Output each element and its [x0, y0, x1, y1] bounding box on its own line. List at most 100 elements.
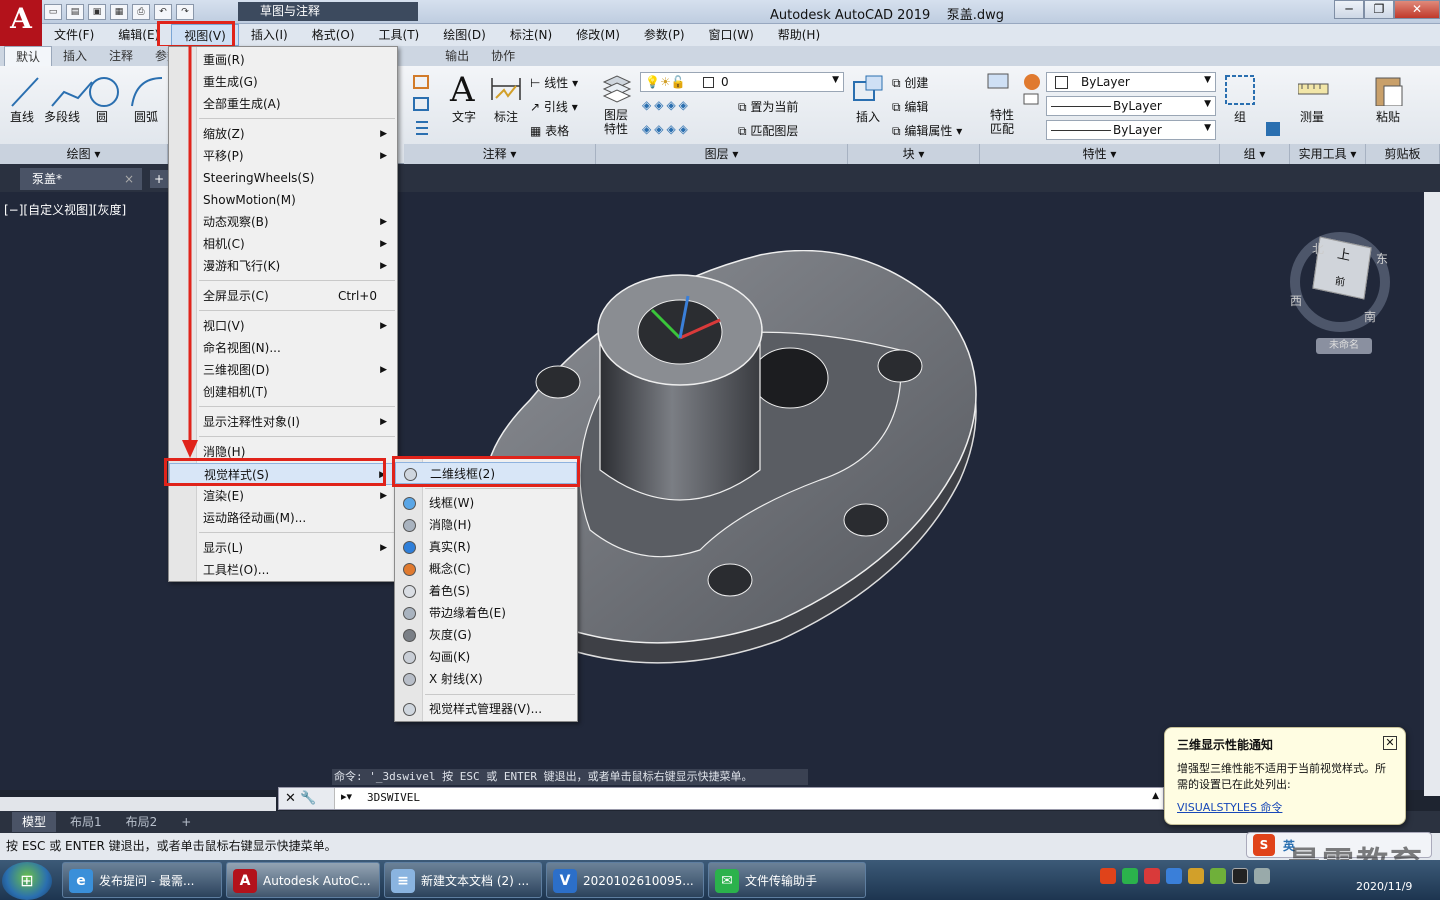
taskbar-autocad[interactable]: A Autodesk AutoC... — [226, 862, 380, 898]
nvidia-tray-icon[interactable] — [1210, 868, 1226, 884]
make-current-button[interactable]: ⧉ 置为当前 — [738, 98, 798, 115]
group-panel-title[interactable]: 组 ▾ — [1220, 144, 1290, 164]
visualstyles-command-link[interactable]: VISUALSTYLES 命令 — [1177, 799, 1393, 815]
utilities-panel-title[interactable]: 实用工具 ▾ — [1290, 144, 1366, 164]
volume-tray-icon[interactable] — [1254, 868, 1270, 884]
match-layer-button[interactable]: ⧉ 匹配图层 — [738, 122, 798, 139]
visual-style-hidden[interactable]: 消隐(H) — [395, 514, 577, 536]
visual-style-conceptual[interactable]: 概念(C) — [395, 558, 577, 580]
viewcube-front[interactable]: 前 — [1334, 276, 1346, 289]
view-menu-display[interactable]: 显示(L) ▶ — [169, 537, 397, 559]
menu-parametric[interactable]: 参数(P) — [632, 24, 697, 46]
visual-style-shaded-edges[interactable]: 带边缘着色(E) — [395, 602, 577, 624]
minimize-button[interactable]: ─ — [1334, 0, 1364, 19]
network-tray-icon[interactable] — [1188, 868, 1204, 884]
menu-tools[interactable]: 工具(T) — [367, 24, 432, 46]
add-layout-button[interactable]: + — [171, 812, 201, 832]
layer-properties-icon[interactable] — [600, 72, 634, 106]
measure-button[interactable]: 测量 — [1300, 108, 1324, 125]
menu-insert[interactable]: 插入(I) — [239, 24, 300, 46]
table-button[interactable]: ▦ 表格 — [530, 122, 569, 139]
draw-panel-title[interactable]: 绘图 ▾ — [0, 144, 168, 164]
clipboard-panel-title[interactable]: 剪贴板 — [1366, 144, 1440, 164]
visual-style-grayscale[interactable]: 灰度(G) — [395, 624, 577, 646]
document-tab[interactable]: 泵盖* × — [20, 168, 142, 190]
layer-properties-button[interactable]: 图层特性 — [604, 108, 632, 136]
layer-panel-title[interactable]: 图层 ▾ — [596, 144, 848, 164]
command-line[interactable]: ✕ 🔧 ▸▾ 3DSWIVEL ▲ — [278, 787, 1164, 810]
visual-style-sketchy[interactable]: 勾画(K) — [395, 646, 577, 668]
properties-panel-title[interactable]: 特性 ▾ — [980, 144, 1220, 164]
edit-block-button[interactable]: ⧉ 编辑 — [892, 98, 928, 115]
new-tab-button[interactable]: + — [150, 170, 168, 188]
tab-model[interactable]: 模型 — [12, 812, 57, 832]
insert-block-icon[interactable] — [852, 74, 886, 104]
create-block-button[interactable]: ⧉ 创建 — [892, 74, 928, 91]
view-menu-regen[interactable]: 重生成(G) — [169, 71, 397, 93]
close-button[interactable]: ✕ — [1394, 0, 1440, 19]
view-menu-motion-path[interactable]: 运动路径动画(M)... — [169, 507, 397, 529]
menu-draw[interactable]: 绘图(D) — [431, 24, 498, 46]
print-icon[interactable]: ⎙ — [132, 4, 150, 20]
taskbar-video[interactable]: V 2020102610095... — [546, 862, 704, 898]
tab-annotate[interactable]: 注释 — [98, 46, 144, 66]
save-icon[interactable]: ▣ — [88, 4, 106, 20]
tab-layout2[interactable]: 布局2 — [116, 812, 168, 832]
horizontal-scrollbar[interactable] — [0, 797, 276, 811]
menu-file[interactable]: 文件(F) — [42, 24, 106, 46]
open-file-icon[interactable]: ▤ — [66, 4, 84, 20]
application-menu-button[interactable]: A — [0, 0, 42, 46]
viewcube-top[interactable]: 上 — [1336, 247, 1351, 265]
tab-insert[interactable]: 插入 — [52, 46, 98, 66]
close-icon[interactable]: ✕ — [285, 791, 296, 806]
leader-button[interactable]: ↗ 引线 ▾ — [530, 98, 578, 115]
close-icon[interactable]: × — [124, 168, 134, 190]
view-menu-viewports[interactable]: 视口(V) ▶ — [169, 315, 397, 337]
compass-north[interactable]: 北 — [1312, 240, 1324, 257]
view-menu-steeringwheels[interactable]: SteeringWheels(S) — [169, 167, 397, 189]
command-input[interactable]: 3DSWIVEL — [367, 791, 420, 804]
linear-button[interactable]: ⊢ 线性 ▾ — [530, 74, 578, 91]
text-button[interactable]: 文字 — [452, 108, 476, 125]
view-menu-render[interactable]: 渲染(E) ▶ — [169, 485, 397, 507]
command-prompt-icon[interactable]: ▸▾ — [341, 790, 352, 803]
redo-icon[interactable]: ↷ — [176, 4, 194, 20]
view-menu-annotative[interactable]: 显示注释性对象(I) ▶ — [169, 411, 397, 433]
wechat-tray-icon[interactable] — [1122, 868, 1138, 884]
tab-layout1[interactable]: 布局1 — [60, 812, 112, 832]
view-menu-pan[interactable]: 平移(P) ▶ — [169, 145, 397, 167]
menu-format[interactable]: 格式(O) — [300, 24, 367, 46]
taskbar-notepad[interactable]: ≡ 新建文本文档 (2) ... — [384, 862, 542, 898]
visual-style-shaded[interactable]: 着色(S) — [395, 580, 577, 602]
match-properties-icon[interactable] — [986, 72, 1042, 106]
layer-tools-row2-icons[interactable]: ◈◈◈◈ — [642, 122, 691, 136]
vertical-scrollbar[interactable] — [1424, 192, 1440, 796]
view-menu-redraw[interactable]: 重画(R) — [169, 49, 397, 71]
text-icon[interactable]: A — [450, 70, 475, 110]
dimension-icon[interactable] — [490, 74, 522, 104]
workspace-selector[interactable]: 草图与注释 — [238, 2, 418, 21]
view-menu-named-views[interactable]: 命名视图(N)... — [169, 337, 397, 359]
menu-dimension[interactable]: 标注(N) — [498, 24, 564, 46]
layer-dropdown[interactable]: 💡☀🔓 0 ▼ — [640, 72, 844, 92]
compass-south[interactable]: 南 — [1364, 308, 1376, 325]
save-as-icon[interactable]: ▦ — [110, 4, 128, 20]
history-up-icon[interactable]: ▲ — [1152, 791, 1159, 801]
view-menu-fullscreen[interactable]: 全屏显示(C) Ctrl+0 — [169, 285, 397, 307]
insert-button[interactable]: 插入 — [856, 108, 880, 125]
visual-style-wireframe[interactable]: 线框(W) — [395, 492, 577, 514]
restore-button[interactable]: ❐ — [1364, 0, 1394, 19]
arc-button[interactable]: 圆弧 — [134, 108, 158, 125]
block-panel-title[interactable]: 块 ▾ — [848, 144, 980, 164]
compass-east[interactable]: 东 — [1376, 250, 1388, 267]
view-menu-orbit[interactable]: 动态观察(B) ▶ — [169, 211, 397, 233]
visual-style-realistic[interactable]: 真实(R) — [395, 536, 577, 558]
taskbar-wechat[interactable]: ✉ 文件传输助手 — [708, 862, 866, 898]
annotation-panel-title[interactable]: 注释 ▾ — [404, 144, 596, 164]
taskbar-ie[interactable]: e 发布提问 - 最需... — [62, 862, 222, 898]
layer-tools-row1-icons[interactable]: ◈◈◈◈ — [642, 98, 691, 112]
view-menu-walk-fly[interactable]: 漫游和飞行(K) ▶ — [169, 255, 397, 277]
compass-west[interactable]: 西 — [1290, 292, 1302, 309]
menu-modify[interactable]: 修改(M) — [564, 24, 632, 46]
view-menu-create-camera[interactable]: 创建相机(T) — [169, 381, 397, 403]
